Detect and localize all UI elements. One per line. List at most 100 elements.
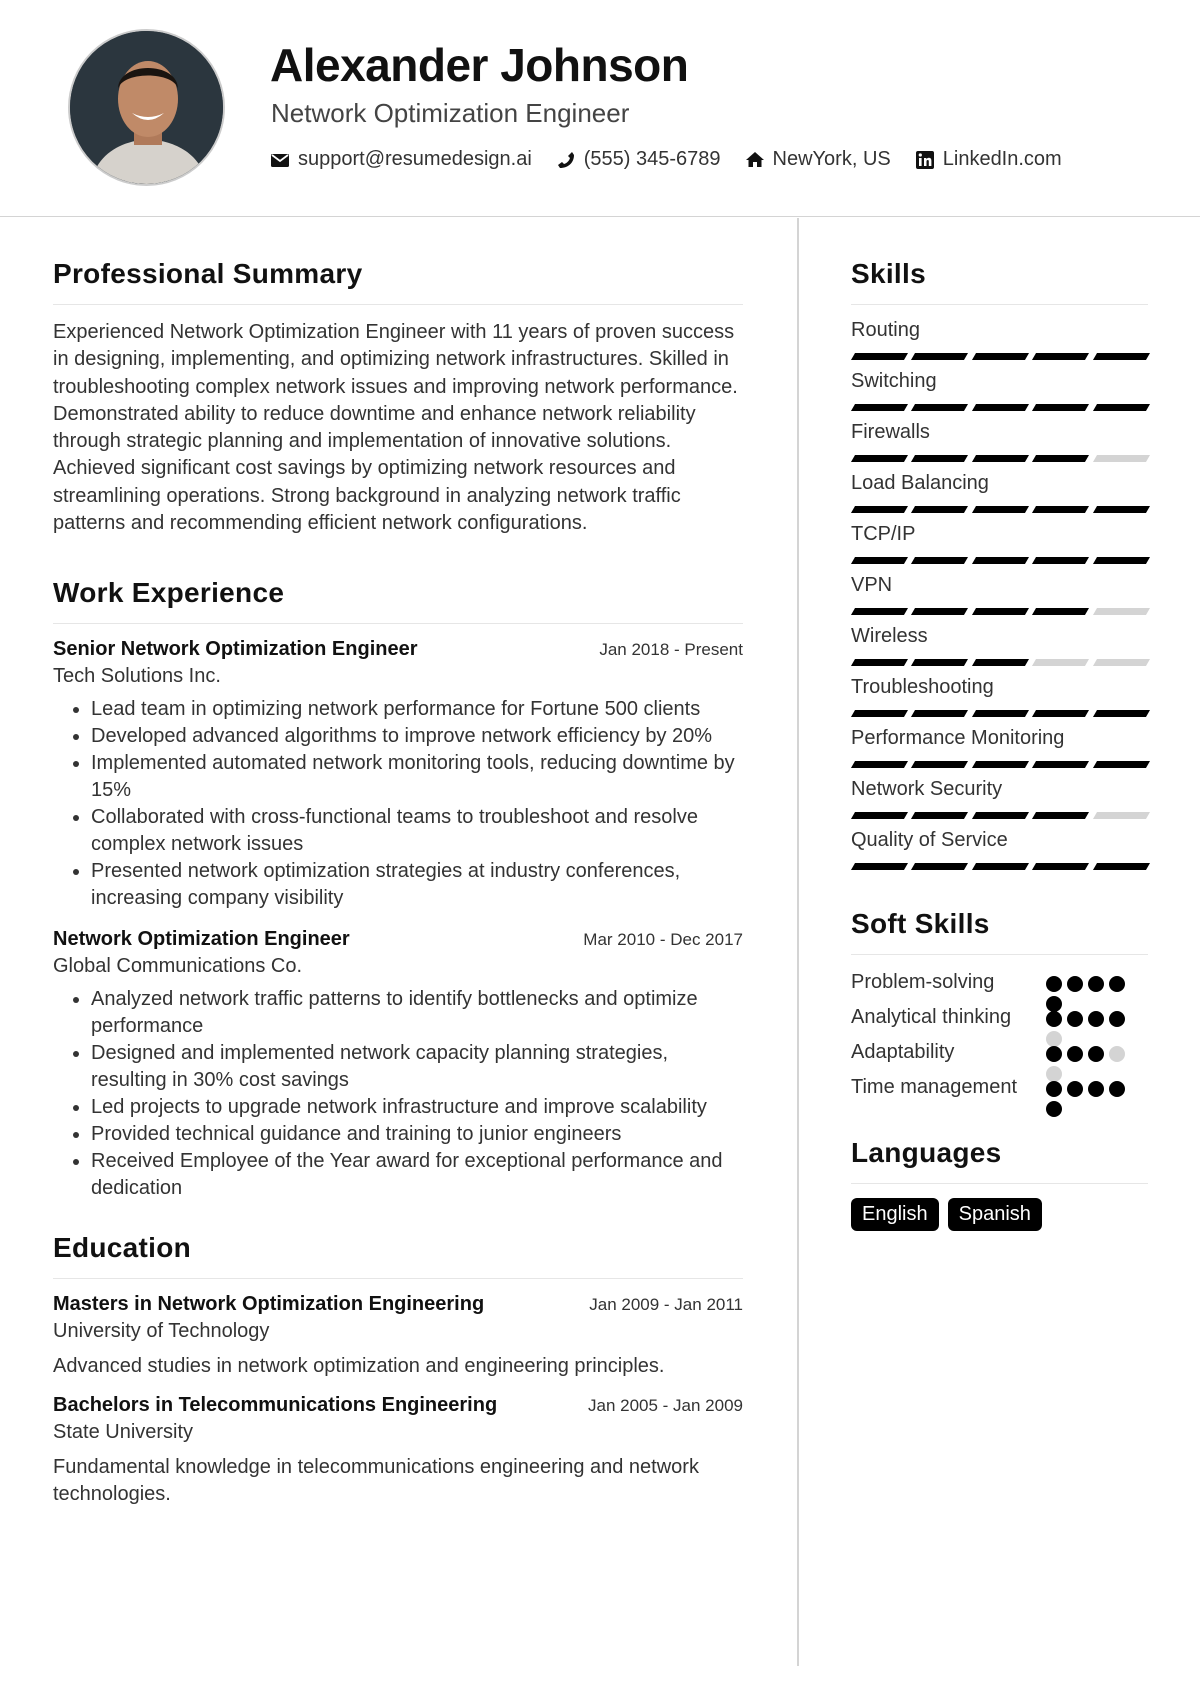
rating-dot-filled bbox=[1067, 1046, 1083, 1062]
skill-level-bars bbox=[850, 710, 1151, 717]
profile-photo bbox=[68, 29, 225, 186]
skill-bar-filled bbox=[850, 710, 909, 717]
skill-bar-filled bbox=[1092, 353, 1151, 360]
summary-heading: Professional Summary bbox=[53, 258, 743, 305]
skill-bar-filled bbox=[971, 608, 1030, 615]
soft-skill-name: Adaptability bbox=[851, 1041, 955, 1063]
soft-skill-name: Time management bbox=[851, 1076, 1017, 1098]
experience-section: Work Experience Senior Network Optimizat… bbox=[53, 577, 743, 1202]
soft-skill-item: Problem-solving bbox=[851, 969, 1148, 1012]
skill-bar-filled bbox=[971, 404, 1030, 411]
skill-bar-filled bbox=[850, 761, 909, 768]
skill-level-bars bbox=[850, 863, 1151, 870]
skill-level-bars bbox=[850, 353, 1151, 360]
contact-email[interactable]: support@resumedesign.ai bbox=[270, 148, 532, 171]
skill-bar-empty bbox=[1092, 455, 1151, 462]
candidate-title: Network Optimization Engineer bbox=[271, 98, 630, 128]
skill-bar-filled bbox=[850, 353, 909, 360]
column-divider bbox=[797, 218, 799, 1666]
contact-email-text: support@resumedesign.ai bbox=[298, 148, 532, 170]
contact-linkedin[interactable]: LinkedIn.com bbox=[915, 148, 1062, 171]
education-entry: Bachelors in Telecommunications Engineer… bbox=[53, 1394, 743, 1508]
skill-bar-filled bbox=[1032, 761, 1090, 768]
rating-dot-filled bbox=[1088, 1081, 1104, 1097]
envelope-icon bbox=[271, 153, 289, 167]
rating-dot-filled bbox=[1046, 1046, 1062, 1062]
job-date: Mar 2010 - Dec 2017 bbox=[583, 930, 743, 950]
contact-phone[interactable]: (555) 345-6789 bbox=[556, 148, 721, 171]
skill-level-bars bbox=[850, 557, 1151, 564]
skill-item: Wireless bbox=[850, 625, 1151, 666]
job-bullet: Provided technical guidance and training… bbox=[91, 1121, 743, 1148]
rating-dot-filled bbox=[1046, 1101, 1062, 1117]
skills-list: Routing Switching Firewalls Load Balancing T… bbox=[850, 319, 1151, 870]
skill-bar-filled bbox=[1092, 557, 1151, 564]
candidate-name: Alexander Johnson bbox=[270, 39, 689, 91]
soft-skill-name: Analytical thinking bbox=[851, 1006, 1012, 1028]
summary-text: Experienced Network Optimization Enginee… bbox=[53, 321, 738, 535]
contact-list: support@resumedesign.ai (555) 345-6789 N… bbox=[270, 148, 1062, 171]
contact-location: NewYork, US bbox=[745, 148, 891, 171]
skill-bar-filled bbox=[971, 557, 1030, 564]
skill-bar-filled bbox=[1092, 863, 1151, 870]
soft-skill-item: Analytical thinking bbox=[851, 1004, 1148, 1047]
phone-icon bbox=[557, 151, 574, 168]
education-date: Jan 2005 - Jan 2009 bbox=[587, 1396, 743, 1416]
job-company: Tech Solutions Inc. bbox=[53, 665, 221, 688]
job-entry: Senior Network Optimization Engineer Jan … bbox=[53, 638, 743, 912]
skill-name: VPN bbox=[851, 574, 893, 596]
skill-name: Wireless bbox=[851, 625, 928, 647]
job-bullet: Presented network optimization strategie… bbox=[91, 858, 743, 912]
skill-name: Switching bbox=[851, 370, 937, 392]
job-bullet: Lead team in optimizing network performa… bbox=[91, 696, 743, 723]
rating-dot-filled bbox=[1046, 976, 1062, 992]
skill-bar-filled bbox=[911, 710, 969, 717]
skills-heading: Skills bbox=[851, 258, 1148, 305]
skill-bar-filled bbox=[971, 710, 1030, 717]
rating-dot-filled bbox=[1088, 976, 1104, 992]
skill-bar-filled bbox=[1032, 557, 1090, 564]
education-description: Fundamental knowledge in telecommunicati… bbox=[53, 1456, 699, 1506]
rating-dot-filled bbox=[1067, 976, 1083, 992]
soft-skill-item: Adaptability bbox=[851, 1039, 1148, 1082]
skill-bar-filled bbox=[911, 506, 969, 513]
skill-bar-filled bbox=[971, 761, 1030, 768]
skill-bar-filled bbox=[1092, 404, 1151, 411]
skill-item: Firewalls bbox=[850, 421, 1151, 462]
skill-bar-filled bbox=[911, 608, 969, 615]
skill-item: VPN bbox=[850, 574, 1151, 615]
skill-bar-filled bbox=[1032, 353, 1090, 360]
side-column: Skills Routing Switching Firewalls Load Bal… bbox=[850, 258, 1151, 1261]
education-entry: Masters in Network Optimization Engineer… bbox=[53, 1293, 743, 1380]
skill-bar-filled bbox=[850, 404, 909, 411]
job-list: Senior Network Optimization Engineer Jan … bbox=[53, 638, 743, 1202]
skill-bar-filled bbox=[911, 455, 969, 462]
job-bullet: Led projects to upgrade network infrastr… bbox=[91, 1094, 743, 1121]
job-bullets: Lead team in optimizing network performa… bbox=[53, 696, 743, 912]
skill-name: TCP/IP bbox=[851, 523, 916, 545]
skill-level-bars bbox=[850, 761, 1151, 768]
skill-name: Performance Monitoring bbox=[851, 727, 1065, 749]
skill-bar-filled bbox=[1092, 761, 1151, 768]
skill-name: Firewalls bbox=[851, 421, 930, 443]
skill-bar-filled bbox=[971, 812, 1030, 819]
contact-location-text: NewYork, US bbox=[772, 148, 891, 170]
skill-item: Troubleshooting bbox=[850, 676, 1151, 717]
job-bullets: Analyzed network traffic patterns to ide… bbox=[53, 986, 743, 1202]
skill-bar-filled bbox=[1032, 404, 1090, 411]
contact-linkedin-text: LinkedIn.com bbox=[942, 148, 1062, 170]
job-bullet: Implemented automated network monitoring… bbox=[91, 750, 743, 804]
skill-bar-empty bbox=[1092, 659, 1151, 666]
skill-bar-filled bbox=[911, 557, 969, 564]
languages-section: Languages English Spanish bbox=[851, 1137, 1148, 1231]
skill-level-bars bbox=[850, 659, 1151, 666]
education-date: Jan 2009 - Jan 2011 bbox=[589, 1295, 743, 1315]
skill-bar-empty bbox=[1092, 608, 1151, 615]
skill-item: Performance Monitoring bbox=[850, 727, 1151, 768]
skill-bar-filled bbox=[911, 659, 969, 666]
job-header: Network Optimization Engineer Mar 2010 - … bbox=[53, 928, 743, 951]
job-bullet: Analyzed network traffic patterns to ide… bbox=[91, 986, 743, 1040]
education-section: Education Masters in Network Optimizatio… bbox=[53, 1232, 743, 1508]
soft-skills-section: Soft Skills Problem-solving Analytical th… bbox=[851, 908, 1148, 1117]
skill-bar-filled bbox=[971, 353, 1030, 360]
